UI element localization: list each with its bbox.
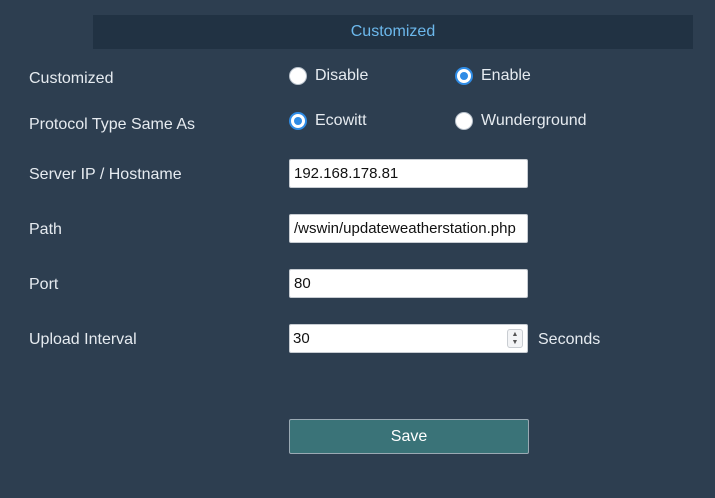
- protocol-ecowitt-option[interactable]: Ecowitt: [289, 112, 367, 130]
- section-header: Customized: [93, 15, 693, 49]
- path-label: Path: [29, 221, 62, 238]
- interval-label: Upload Interval: [29, 331, 137, 348]
- number-spinner-icon[interactable]: ▲ ▼: [507, 329, 523, 348]
- protocol-wunderground-label: Wunderground: [481, 112, 587, 129]
- customized-enable-radio[interactable]: [455, 67, 473, 85]
- interval-unit: Seconds: [538, 331, 601, 348]
- protocol-label: Protocol Type Same As: [29, 116, 196, 133]
- protocol-ecowitt-label: Ecowitt: [315, 112, 367, 129]
- path-input[interactable]: [289, 214, 528, 243]
- protocol-wunderground-radio[interactable]: [455, 112, 473, 130]
- save-button[interactable]: Save: [289, 419, 529, 454]
- customized-label: Customized: [29, 70, 114, 87]
- port-input[interactable]: [289, 269, 528, 298]
- customized-disable-label: Disable: [315, 67, 369, 84]
- interval-field[interactable]: ▲ ▼: [289, 324, 528, 353]
- port-label: Port: [29, 276, 59, 293]
- interval-input[interactable]: [290, 325, 507, 352]
- server-label: Server IP / Hostname: [29, 166, 182, 183]
- customized-enable-label: Enable: [481, 67, 531, 84]
- protocol-wunderground-option[interactable]: Wunderground: [455, 112, 587, 130]
- spinner-down-icon[interactable]: ▼: [512, 339, 519, 347]
- customized-enable-option[interactable]: Enable: [455, 67, 531, 85]
- section-title: Customized: [350, 23, 436, 40]
- protocol-ecowitt-radio[interactable]: [289, 112, 307, 130]
- customized-disable-option[interactable]: Disable: [289, 67, 368, 85]
- spinner-up-icon[interactable]: ▲: [512, 331, 519, 339]
- customized-disable-radio[interactable]: [289, 67, 307, 85]
- server-input[interactable]: [289, 159, 528, 188]
